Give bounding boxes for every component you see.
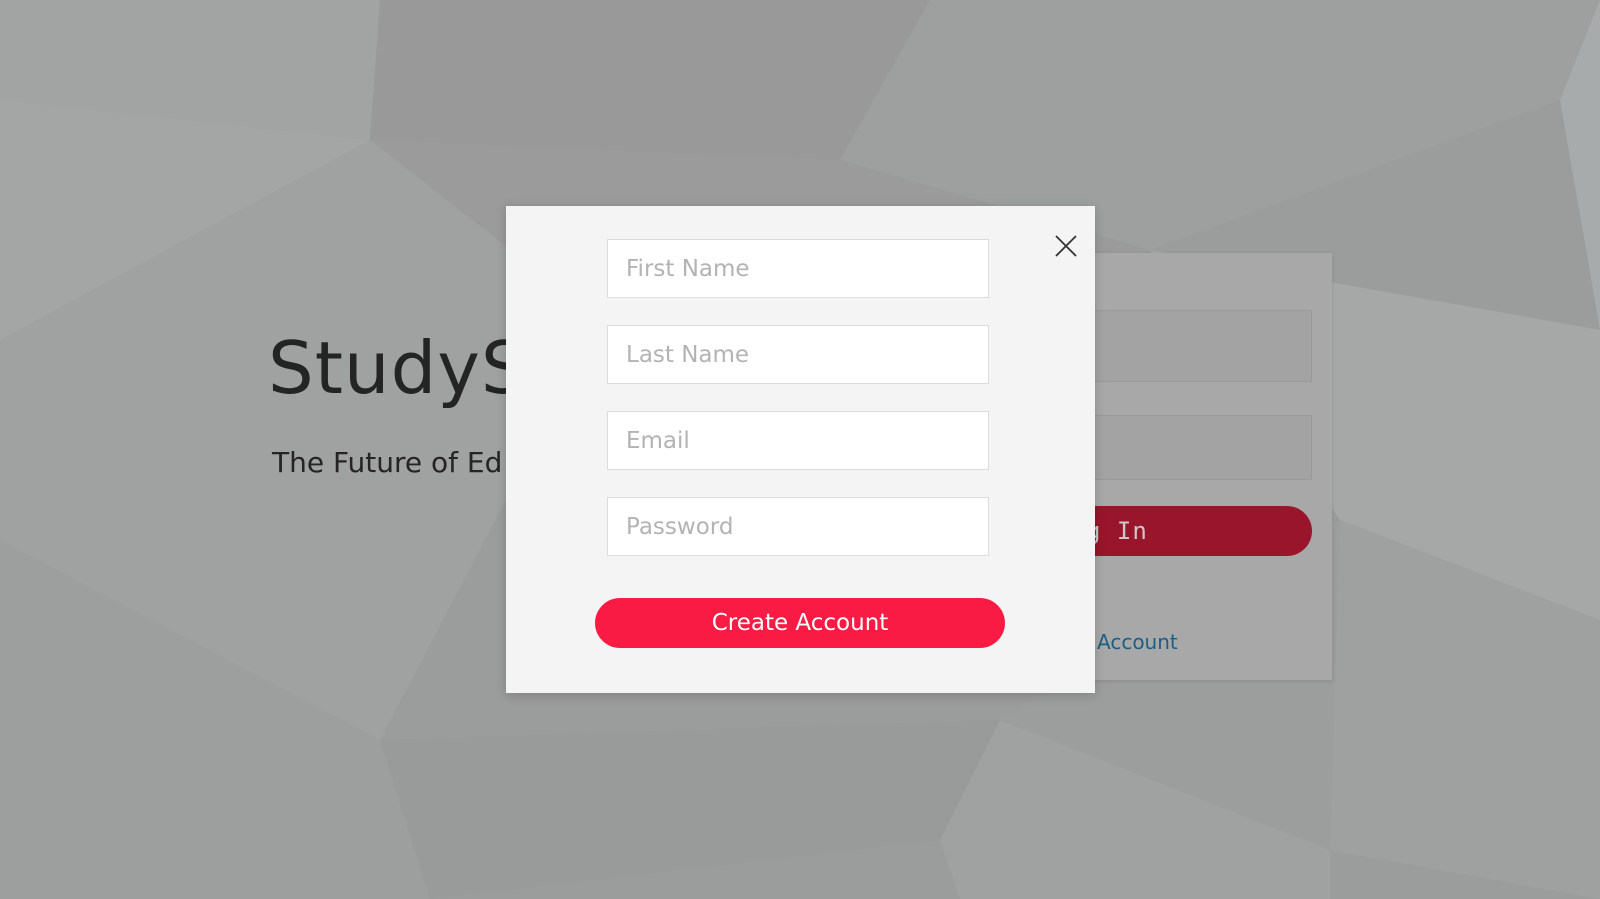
first-name-input[interactable] — [607, 239, 989, 298]
password-input[interactable] — [607, 497, 989, 556]
create-account-button[interactable]: Create Account — [595, 598, 1005, 648]
email-input[interactable] — [607, 411, 989, 470]
signup-modal: Create Account — [506, 206, 1095, 693]
close-icon — [1055, 235, 1077, 257]
last-name-input[interactable] — [607, 325, 989, 384]
close-button[interactable] — [1046, 226, 1086, 266]
